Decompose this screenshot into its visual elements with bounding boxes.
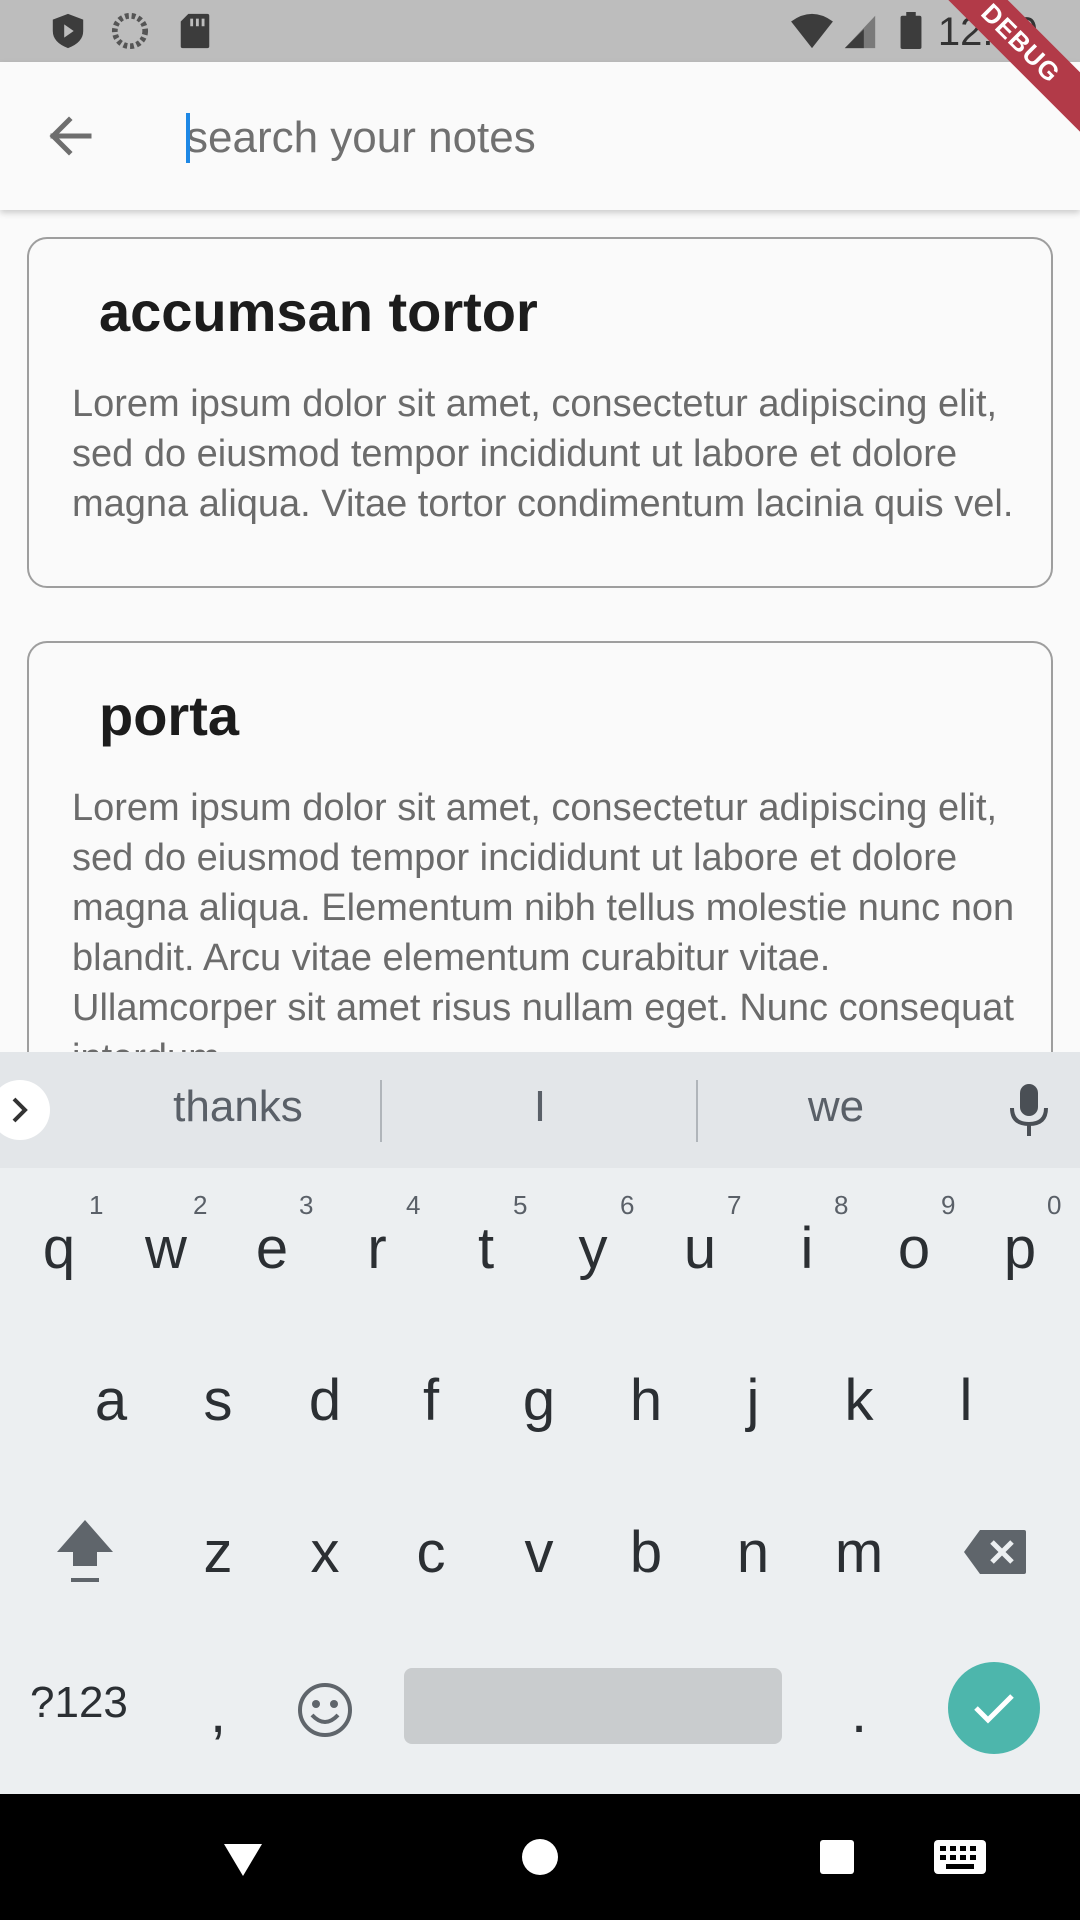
expand-toolbar-button[interactable] [0,1080,50,1140]
key-g[interactable]: g [496,1352,582,1448]
text-cursor [186,113,190,163]
key-hint-7: 7 [727,1190,742,1220]
period-key[interactable]: . [816,1664,902,1760]
key-s[interactable]: s [175,1352,261,1448]
done-key[interactable] [948,1662,1040,1754]
key-hint-9: 9 [941,1190,956,1220]
key-hint-6: 6 [620,1190,635,1220]
key-v[interactable]: v [496,1504,582,1600]
shield-play-icon [52,13,84,49]
key-hint-2: 2 [193,1190,208,1220]
search-input[interactable] [186,102,1006,174]
soft-keyboard: thanks I we q w e r t y u i o p 1 2 3 4 … [0,1052,1080,1794]
chevron-right-icon [12,1097,28,1123]
key-b[interactable]: b [603,1504,689,1600]
suggestion-strip: thanks I we [0,1052,1080,1168]
key-z[interactable]: z [175,1504,261,1600]
backspace-icon [964,1530,1026,1574]
suggestion-3[interactable]: we [706,1082,966,1132]
suggestion-1[interactable]: thanks [88,1082,388,1132]
note-card[interactable]: accumsan tortor Lorem ipsum dolor sit am… [27,237,1053,588]
key-hint-1: 1 [89,1190,104,1220]
key-j[interactable]: j [710,1352,796,1448]
home-circle-icon[interactable] [515,1832,565,1882]
space-key[interactable] [404,1668,782,1744]
emoji-icon [298,1683,352,1737]
key-l[interactable]: l [923,1352,1009,1448]
arrow-back-icon [49,116,92,156]
note-title: accumsan tortor [99,280,538,343]
back-button[interactable] [40,106,100,166]
key-hint-5: 5 [513,1190,528,1220]
back-triangle-icon[interactable] [218,1832,268,1882]
note-title: porta [99,684,239,747]
key-hint-8: 8 [834,1190,849,1220]
key-hint-4: 4 [406,1190,421,1220]
key-h[interactable]: h [603,1352,689,1448]
suggestion-2[interactable]: I [390,1082,690,1132]
sync-icon [111,12,149,50]
key-m[interactable]: m [816,1504,902,1600]
search-app-bar [0,62,1080,210]
wifi-icon [791,13,833,49]
microphone-icon[interactable] [1004,1082,1054,1138]
key-c[interactable]: c [388,1504,474,1600]
shift-icon [57,1520,113,1582]
keyboard-switch-icon[interactable] [930,1832,990,1882]
note-body: Lorem ipsum dolor sit amet, consectetur … [72,383,1014,525]
key-k[interactable]: k [816,1352,902,1448]
comma-key[interactable]: , [175,1664,261,1760]
key-f[interactable]: f [388,1352,474,1448]
symbols-key[interactable]: ?123 [30,1678,128,1728]
system-nav-bar [0,1794,1080,1920]
divider [380,1080,382,1142]
battery-icon [900,12,922,50]
backspace-key[interactable] [950,1504,1040,1600]
key-a[interactable]: a [68,1352,154,1448]
status-bar: 12:19 [0,0,1080,62]
signal-icon [844,15,876,49]
note-card[interactable]: porta Lorem ipsum dolor sit amet, consec… [27,641,1053,1052]
notes-list: accumsan tortor Lorem ipsum dolor sit am… [0,210,1080,1052]
key-n[interactable]: n [710,1504,796,1600]
key-d[interactable]: d [282,1352,368,1448]
shift-key[interactable] [40,1504,130,1600]
check-icon [974,1694,1014,1724]
emoji-key[interactable] [282,1662,368,1758]
recents-square-icon[interactable] [812,1832,862,1882]
key-hint-3: 3 [299,1190,314,1220]
note-body: Lorem ipsum dolor sit amet, consectetur … [72,787,1015,1052]
key-hint-0: 0 [1047,1190,1062,1220]
sd-card-icon [180,13,210,49]
key-x[interactable]: x [282,1504,368,1600]
divider [696,1080,698,1142]
